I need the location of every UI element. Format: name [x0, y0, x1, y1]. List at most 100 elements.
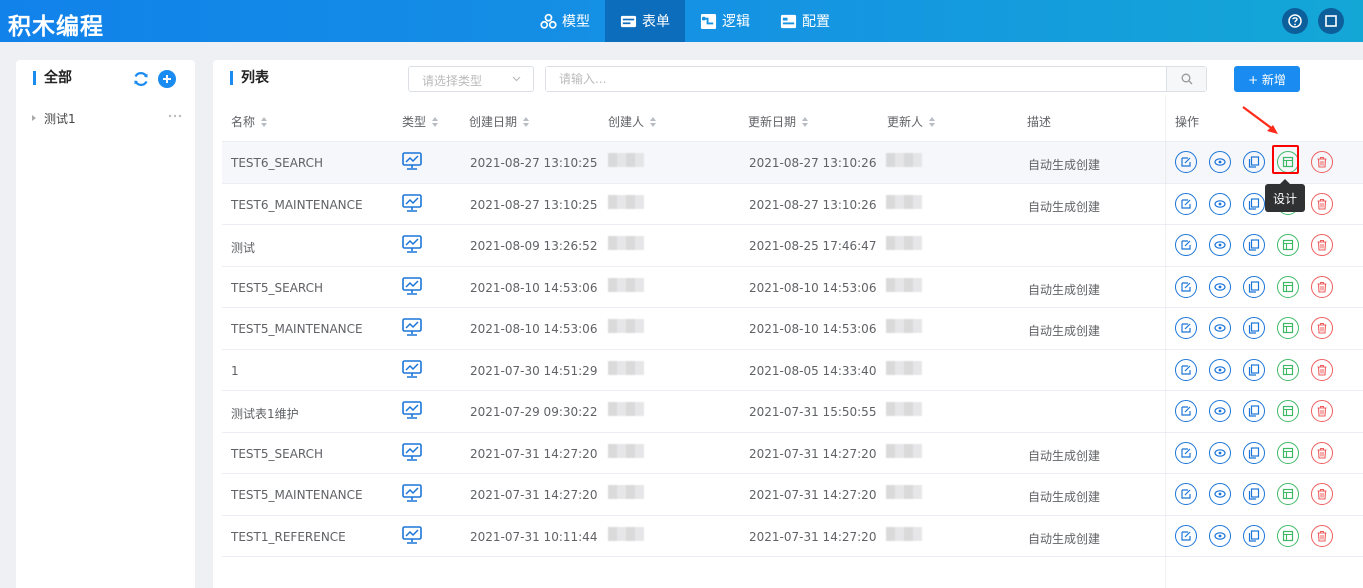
design-button[interactable] — [1277, 317, 1299, 339]
edit-button[interactable] — [1175, 192, 1197, 215]
delete-button[interactable] — [1311, 151, 1333, 173]
cell-description: 自动生成创建 — [1028, 324, 1101, 338]
copy-icon — [1248, 239, 1260, 251]
nav-tab-form[interactable]: 表单 — [605, 0, 685, 42]
column-label: 更新日期 — [748, 115, 797, 129]
copy-button[interactable] — [1243, 151, 1265, 173]
cell-created-date: 2021-07-31 14:27:20 — [470, 488, 598, 502]
view-button[interactable] — [1209, 151, 1231, 173]
delete-button[interactable] — [1311, 275, 1333, 298]
edit-button[interactable] — [1175, 483, 1197, 505]
column-header-created-date[interactable]: 创建日期 — [469, 113, 530, 130]
add-category-button[interactable] — [158, 70, 176, 88]
table-row[interactable]: TEST1_REFERENCE 2021-07-31 10:11:44 2021-0… — [222, 516, 1363, 557]
design-icon — [1282, 447, 1294, 458]
more-icon[interactable] — [168, 114, 182, 118]
delete-button[interactable] — [1311, 358, 1333, 381]
sort-icon[interactable] — [432, 116, 439, 127]
copy-button[interactable] — [1243, 524, 1265, 547]
fullscreen-button[interactable] — [1318, 8, 1344, 34]
help-button[interactable] — [1282, 8, 1308, 34]
design-button[interactable] — [1277, 400, 1299, 422]
edit-button[interactable] — [1175, 524, 1197, 547]
type-select[interactable]: 请选择类型 — [408, 66, 534, 92]
table-header: 名称 类型 创建日期 创建人 更新日期 更新人 描述 操作 — [222, 100, 1363, 142]
sort-icon[interactable] — [523, 116, 530, 127]
design-button[interactable] — [1277, 234, 1299, 256]
view-button[interactable] — [1209, 234, 1231, 256]
view-button[interactable] — [1209, 524, 1231, 547]
search-input[interactable] — [546, 67, 1146, 91]
sort-icon[interactable] — [261, 116, 268, 127]
design-button[interactable] — [1277, 524, 1299, 547]
column-label: 描述 — [1027, 115, 1052, 129]
add-button[interactable]: + 新增 — [1234, 66, 1300, 92]
table-row[interactable]: 1 2021-07-30 14:51:29 2021-08-05 14:33:40 — [222, 350, 1363, 391]
copy-button[interactable] — [1243, 441, 1265, 464]
column-header-updated-date[interactable]: 更新日期 — [748, 113, 809, 130]
copy-button[interactable] — [1243, 400, 1265, 422]
category-panel: 全部 测试1 — [16, 60, 195, 588]
column-header-type[interactable]: 类型 — [402, 113, 439, 130]
delete-button[interactable] — [1311, 317, 1333, 339]
copy-button[interactable] — [1243, 317, 1265, 339]
edit-button[interactable] — [1175, 275, 1197, 298]
table-row[interactable]: 测试表1维护 2021-07-29 09:30:22 2021-07-31 15:5… — [222, 391, 1363, 433]
column-header-creator[interactable]: 创建人 — [608, 113, 657, 130]
form-icon — [620, 15, 637, 27]
copy-button[interactable] — [1243, 275, 1265, 298]
delete-button[interactable] — [1311, 192, 1333, 215]
edit-button[interactable] — [1175, 151, 1197, 173]
column-header-name[interactable]: 名称 — [231, 113, 268, 130]
top-bar: 积木编程 模型 表单 逻辑 配置 — [0, 0, 1363, 42]
table-row[interactable]: TEST6_MAINTENANCE 2021-08-27 13:10:25 2021… — [222, 184, 1363, 225]
edit-button[interactable] — [1175, 234, 1197, 256]
copy-button[interactable] — [1243, 234, 1265, 256]
type-select-placeholder: 请选择类型 — [422, 74, 483, 88]
design-button[interactable] — [1277, 358, 1299, 381]
edit-button[interactable] — [1175, 358, 1197, 381]
table-row[interactable]: TEST5_SEARCH 2021-08-10 14:53:06 2021-08-1… — [222, 267, 1363, 308]
table-row[interactable]: TEST5_MAINTENANCE 2021-08-10 14:53:06 2021… — [222, 308, 1363, 350]
view-button[interactable] — [1209, 358, 1231, 381]
search-button[interactable] — [1166, 67, 1206, 91]
refresh-icon[interactable] — [132, 70, 150, 88]
edit-icon — [1181, 198, 1191, 209]
view-button[interactable] — [1209, 275, 1231, 298]
table-row[interactable]: TEST5_SEARCH 2021-07-31 14:27:20 2021-07-3… — [222, 433, 1363, 474]
sort-icon[interactable] — [802, 116, 809, 127]
sort-icon[interactable] — [650, 116, 657, 127]
view-button[interactable] — [1209, 192, 1231, 215]
nav-tab-logic[interactable]: 逻辑 — [685, 0, 765, 42]
edit-button[interactable] — [1175, 317, 1197, 339]
edit-button[interactable] — [1175, 400, 1197, 422]
table-row[interactable]: 测试 2021-08-09 13:26:52 2021-08-25 17:46:47 — [222, 225, 1363, 267]
copy-button[interactable] — [1243, 192, 1265, 215]
table-row[interactable]: TEST5_MAINTENANCE 2021-07-31 14:27:20 2021… — [222, 474, 1363, 516]
design-button[interactable] — [1277, 483, 1299, 505]
view-button[interactable] — [1209, 400, 1231, 422]
cell-creator-redacted — [608, 194, 644, 209]
delete-button[interactable] — [1311, 234, 1333, 256]
design-button[interactable] — [1277, 275, 1299, 298]
edit-button[interactable] — [1175, 441, 1197, 464]
delete-button[interactable] — [1311, 400, 1333, 422]
sort-icon[interactable] — [929, 116, 936, 127]
view-button[interactable] — [1209, 483, 1231, 505]
view-button[interactable] — [1209, 317, 1231, 339]
delete-button[interactable] — [1311, 441, 1333, 464]
copy-button[interactable] — [1243, 358, 1265, 381]
delete-button[interactable] — [1311, 524, 1333, 547]
caret-right-icon[interactable] — [32, 115, 36, 121]
tree-item[interactable]: 测试1 — [32, 109, 182, 127]
copy-button[interactable] — [1243, 483, 1265, 505]
delete-button[interactable] — [1311, 483, 1333, 505]
nav-tab-model[interactable]: 模型 — [525, 0, 605, 42]
edit-icon — [1181, 447, 1191, 458]
view-button[interactable] — [1209, 441, 1231, 464]
nav-tab-config[interactable]: 配置 — [765, 0, 845, 42]
delete-icon — [1317, 198, 1327, 210]
table-row[interactable]: TEST6_SEARCH 2021-08-27 13:10:25 2021-08-2… — [222, 142, 1363, 184]
column-header-updater[interactable]: 更新人 — [887, 113, 936, 130]
design-button[interactable] — [1277, 441, 1299, 464]
